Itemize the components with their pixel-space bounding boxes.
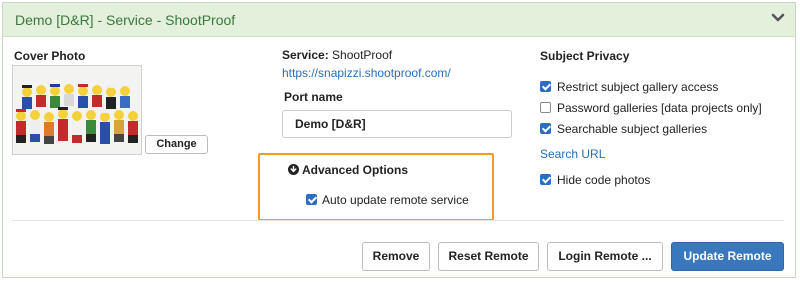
password-galleries-label: Password galleries [data projects only]	[557, 101, 762, 115]
searchable-galleries-label: Searchable subject galleries	[557, 122, 708, 136]
hide-code-photos-label: Hide code photos	[557, 173, 651, 187]
search-url-link[interactable]: Search URL	[540, 147, 605, 161]
service-label: Service:	[282, 48, 329, 62]
change-cover-button[interactable]: Change	[145, 135, 208, 154]
restrict-access-label: Restrict subject gallery access	[557, 80, 719, 94]
footer-divider	[12, 220, 784, 221]
hide-code-photos-checkbox[interactable]	[540, 174, 551, 185]
password-galleries-checkbox[interactable]	[540, 102, 551, 113]
reset-remote-button[interactable]: Reset Remote	[438, 242, 539, 271]
subject-privacy-title: Subject Privacy	[540, 49, 630, 63]
panel-title: Demo [D&R] - Service - ShootProof	[15, 12, 236, 28]
login-remote-button[interactable]: Login Remote ...	[547, 242, 663, 271]
auto-update-label: Auto update remote service	[322, 193, 469, 207]
port-name-label: Port name	[284, 90, 343, 104]
remove-button[interactable]: Remove	[362, 242, 430, 271]
panel-header[interactable]: Demo [D&R] - Service - ShootProof	[3, 3, 795, 37]
chevron-down-icon[interactable]	[771, 11, 785, 25]
restrict-access-checkbox[interactable]	[540, 81, 551, 92]
auto-update-checkbox[interactable]	[306, 194, 317, 205]
advanced-options-toggle[interactable]: Advanced Options	[302, 163, 408, 177]
cover-photo-image	[12, 65, 142, 155]
lego-figures-image	[13, 66, 141, 154]
cover-photo-label: Cover Photo	[14, 49, 86, 63]
port-name-input[interactable]	[282, 110, 512, 138]
arrow-down-circle-icon[interactable]	[288, 164, 299, 175]
update-remote-button[interactable]: Update Remote	[671, 242, 784, 271]
service-line: Service: ShootProof	[282, 48, 392, 62]
service-name: ShootProof	[332, 48, 393, 62]
searchable-galleries-checkbox[interactable]	[540, 123, 551, 134]
service-url-link[interactable]: https://snapizzi.shootproof.com/	[282, 66, 451, 80]
